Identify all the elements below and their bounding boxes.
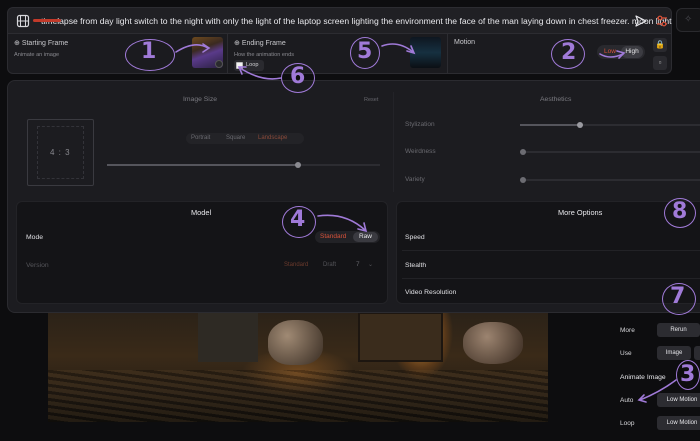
trash-icon[interactable]: ▫ <box>653 56 667 70</box>
mode-raw-option[interactable]: Raw <box>353 232 378 242</box>
mode-selector[interactable]: Standard Raw <box>315 231 380 243</box>
motion-low-option[interactable]: Low <box>600 46 620 58</box>
motion-toggle[interactable]: Low High <box>597 45 645 59</box>
use-image-button[interactable]: Image <box>657 346 691 360</box>
size-landscape-option[interactable]: Landscape <box>258 133 287 144</box>
use-label: Use <box>620 350 632 357</box>
mode-label: Mode <box>26 234 44 241</box>
speed-label[interactable]: Speed <box>405 234 425 241</box>
variety-label: Variety <box>405 176 425 183</box>
size-square-option[interactable]: Square <box>226 133 245 144</box>
auto-label: Auto <box>620 397 634 404</box>
scene-wall <box>198 312 258 362</box>
video-resolution-label[interactable]: Video Resolution <box>405 289 456 296</box>
scene-wet-ground <box>48 370 548 422</box>
chevron-down-icon[interactable]: ⌄ <box>368 259 373 271</box>
annotation-number: 8 <box>672 199 688 224</box>
stylization-label: Stylization <box>405 121 435 128</box>
starting-frame-subtitle: Animate an image <box>14 52 60 58</box>
scene-bag <box>268 320 323 365</box>
weirdness-slider[interactable] <box>520 151 700 153</box>
version-draft-option[interactable]: Draft <box>323 259 336 271</box>
aesthetics-title: Aesthetics <box>540 96 572 103</box>
weirdness-label: Weirdness <box>405 148 436 155</box>
ending-frame-subtitle: How the animation ends <box>234 52 295 58</box>
motion-high-option[interactable]: High <box>621 46 643 58</box>
size-slider[interactable] <box>107 164 380 166</box>
use-more-button[interactable] <box>694 346 700 360</box>
loop-label: Loop <box>246 62 259 68</box>
sparkle-icon: ✧ <box>684 14 693 25</box>
model-title: Model <box>191 208 212 217</box>
ending-frame-title: ⊕ Ending Frame <box>234 40 286 47</box>
more-label: More <box>620 327 635 334</box>
aspect-ratio-text: 4 : 3 <box>50 148 71 157</box>
scene-doorway <box>358 312 443 362</box>
stylization-slider[interactable] <box>520 124 700 126</box>
version-label: Version <box>26 262 49 269</box>
film-icon <box>16 14 30 28</box>
annotation-number: 6 <box>290 64 306 89</box>
starting-frame-title: ⊕ Starting Frame <box>14 40 69 47</box>
spellcheck-underline <box>33 19 61 22</box>
reset-button[interactable]: Reset <box>364 97 378 103</box>
animate-image-heading: Animate Image <box>620 374 666 381</box>
generated-image-preview[interactable] <box>48 312 548 422</box>
version-standard-option[interactable]: Standard <box>284 259 308 271</box>
prompt-input[interactable]: timelapse from day light switch to the n… <box>41 16 672 26</box>
send-icon[interactable] <box>634 14 648 28</box>
size-portrait-option[interactable]: Portrait <box>191 133 210 144</box>
stylization-thumb[interactable] <box>577 122 583 128</box>
lock-icon[interactable]: 🔒 <box>653 38 667 52</box>
image-size-title: Image Size <box>183 96 218 103</box>
loop-label: Loop <box>620 420 635 427</box>
annotation-number: 2 <box>561 40 577 65</box>
motion-cell: Motion Low High <box>448 34 648 74</box>
auto-low-motion-button[interactable]: Low Motion <box>657 393 700 407</box>
sliders-icon[interactable] <box>655 14 669 28</box>
prompt-bar[interactable]: timelapse from day light switch to the n… <box>7 7 672 34</box>
scene-bag <box>463 322 523 364</box>
row-divider <box>402 250 700 251</box>
thumbnail-settings-icon[interactable] <box>215 60 223 68</box>
version-selector[interactable]: Standard Draft 7 ⌄ <box>284 259 380 271</box>
size-slider-thumb[interactable] <box>295 162 301 168</box>
loop-checkbox[interactable]: Loop <box>234 60 264 71</box>
rerun-button[interactable]: Rerun <box>657 323 700 337</box>
loop-low-motion-button[interactable]: Low Motion <box>657 416 700 430</box>
annotation-number: 3 <box>680 362 696 387</box>
annotation-number: 7 <box>670 284 686 309</box>
annotation-number: 4 <box>290 207 306 232</box>
weirdness-thumb[interactable] <box>520 149 526 155</box>
stealth-label[interactable]: Stealth <box>405 262 426 269</box>
version-dropdown[interactable]: 7 <box>356 259 360 271</box>
panel-divider <box>393 92 394 192</box>
size-slider-fill <box>107 164 299 166</box>
ending-frame-thumbnail[interactable] <box>410 37 441 68</box>
variety-slider[interactable] <box>520 179 700 181</box>
row-divider <box>402 278 700 279</box>
size-selector[interactable]: Portrait Square Landscape <box>186 133 304 144</box>
mode-standard-option[interactable]: Standard <box>320 231 346 243</box>
more-options-title: More Options <box>558 208 603 217</box>
starting-frame-cell[interactable]: ⊕ Starting Frame Animate an image <box>8 34 228 74</box>
annotation-number: 1 <box>141 39 157 64</box>
annotation-number: 5 <box>357 39 373 64</box>
variety-thumb[interactable] <box>520 177 526 183</box>
motion-title: Motion <box>454 39 476 46</box>
ending-frame-cell[interactable]: ⊕ Ending Frame How the animation ends Lo… <box>228 34 448 74</box>
stylization-fill <box>520 124 580 126</box>
checkbox-icon[interactable] <box>236 62 243 69</box>
